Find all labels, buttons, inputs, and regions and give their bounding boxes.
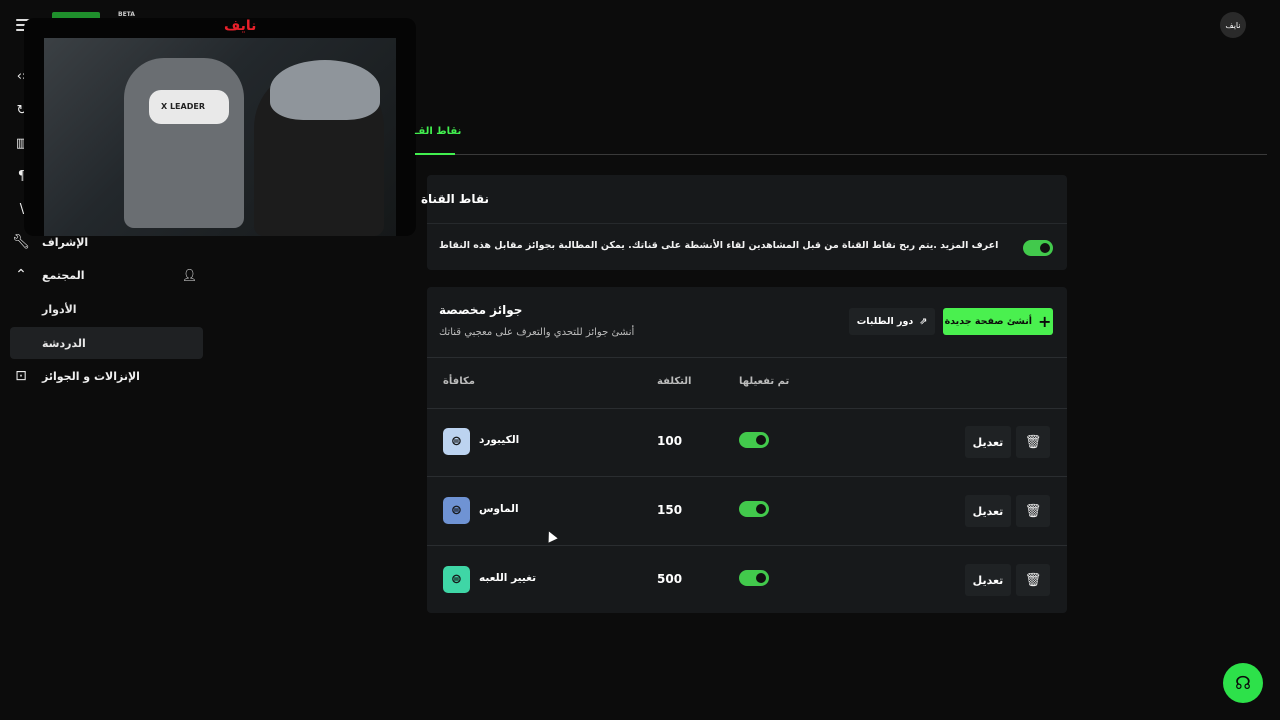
reward-enabled-toggle[interactable]: [739, 432, 769, 448]
webcam-overlay: نايف X LEADER: [24, 18, 416, 236]
tab-divider: [415, 154, 1267, 155]
trash-icon: 🗑︎: [1024, 503, 1042, 519]
delete-button[interactable]: 🗑︎: [1016, 564, 1050, 596]
column-header-reward: مكافأة: [443, 376, 475, 387]
treasure-chest-icon: ⊜: [443, 497, 470, 524]
external-link-icon: ⇗: [919, 316, 928, 327]
sidebar-item-label: الإنزالات و الجوائز: [42, 369, 140, 383]
channel-points-toggle[interactable]: [1023, 240, 1053, 256]
user-avatar[interactable]: نايف: [1220, 12, 1246, 38]
plus-icon: +: [1038, 311, 1052, 331]
column-header-cost: التكلفة: [657, 376, 692, 387]
edit-button-label: تعديل: [972, 504, 1004, 518]
add-user-icon[interactable]: 👤︎: [182, 268, 197, 282]
custom-rewards-subtitle: أنشئ جوائز للتحدي والتعرف على معجبي قنات…: [439, 327, 635, 338]
channel-points-description: اعرف المزيد .يتم ربح نقاط القناة من قبل …: [439, 240, 999, 251]
gift-drop-icon: ⊡: [15, 368, 27, 384]
create-button-label: أنشئ صفحة جديدة: [944, 316, 1033, 327]
reward-name: الكيبورد: [479, 434, 520, 446]
reward-name: تغيير اللعبه: [479, 572, 537, 584]
sidebar-item-label: الإشراف: [42, 235, 89, 249]
trash-icon: 🗑︎: [1024, 434, 1042, 450]
gaming-chair: [124, 58, 244, 228]
channel-points-card: نقاط القناة اعرف المزيد .يتم ربح نقاط ال…: [421, 175, 1067, 270]
beta-badge: BETA: [118, 11, 135, 18]
tab-channel-points[interactable]: نقاط القـ: [415, 126, 461, 137]
reward-enabled-toggle[interactable]: [739, 501, 769, 517]
streamer-name: نايف: [224, 18, 257, 34]
sidebar-item-roles[interactable]: الأدوار: [10, 293, 203, 325]
webcam-video: X LEADER: [44, 38, 396, 236]
treasure-chest-icon: ⊜: [443, 428, 470, 455]
delete-button[interactable]: 🗑︎: [1016, 426, 1050, 458]
treasure-chest-icon: ⊜: [443, 566, 470, 593]
streamer-hat: [270, 60, 380, 120]
create-reward-button[interactable]: أنشئ صفحة جديدة +: [943, 308, 1053, 335]
table-row: ⊜ الكيبورد 100 تعديل 🗑︎: [427, 408, 1067, 476]
support-button[interactable]: ☊: [1223, 663, 1263, 703]
divider: [427, 223, 1067, 224]
custom-rewards-card: جوائز مخصصة أنشئ جوائز للتحدي والتعرف عل…: [427, 287, 1067, 613]
channel-points-title: نقاط القناة: [420, 192, 489, 206]
sidebar-item-community[interactable]: ⌃ المجتمع 👤︎: [10, 259, 203, 291]
reward-enabled-toggle[interactable]: [739, 570, 769, 586]
reward-cost: 500: [657, 572, 683, 586]
wrench-icon: 🔧︎: [12, 234, 30, 250]
request-queue-button[interactable]: دور الطلبات ⇗: [849, 308, 935, 335]
avatar-initials: نايف: [1225, 20, 1241, 30]
edit-button-label: تعديل: [972, 573, 1004, 587]
column-header-enabled: تم تفعيلها: [739, 376, 790, 387]
delete-button[interactable]: 🗑︎: [1016, 495, 1050, 527]
sidebar-item-chat[interactable]: الدردشة: [10, 327, 203, 359]
table-row: ⊜ تغيير اللعبه 500 تعديل 🗑︎: [427, 546, 1067, 614]
edit-button[interactable]: تعديل: [965, 426, 1011, 458]
queue-button-label: دور الطلبات: [856, 316, 914, 327]
sidebar-item-label: الأدوار: [42, 302, 77, 316]
table-row: ⊜ الماوس 150 تعديل 🗑︎: [427, 477, 1067, 545]
divider: [427, 357, 1067, 358]
chair-brand: X LEADER: [161, 102, 205, 111]
edit-button[interactable]: تعديل: [965, 495, 1011, 527]
sidebar-item-drops-rewards[interactable]: ⊡ الإنزالات و الجوائز: [10, 360, 203, 392]
app-page: BETA نايف ‹› ↻ ▥ ¶ \ 🔧︎ الإشراف ⌃ المجتم…: [0, 0, 1280, 720]
tab-active-indicator: [415, 153, 455, 155]
trash-icon: 🗑︎: [1024, 572, 1042, 588]
reward-cost: 100: [657, 434, 683, 448]
chevron-up-icon: ⌃: [15, 267, 27, 283]
sidebar-item-label: المجتمع: [42, 268, 85, 282]
edit-button[interactable]: تعديل: [965, 564, 1011, 596]
reward-name: الماوس: [479, 503, 519, 515]
sidebar-item-label: الدردشة: [42, 336, 86, 350]
headset-icon: ☊: [1235, 672, 1251, 694]
edit-button-label: تعديل: [972, 435, 1004, 449]
reward-cost: 150: [657, 503, 683, 517]
custom-rewards-title: جوائز مخصصة: [439, 303, 523, 317]
